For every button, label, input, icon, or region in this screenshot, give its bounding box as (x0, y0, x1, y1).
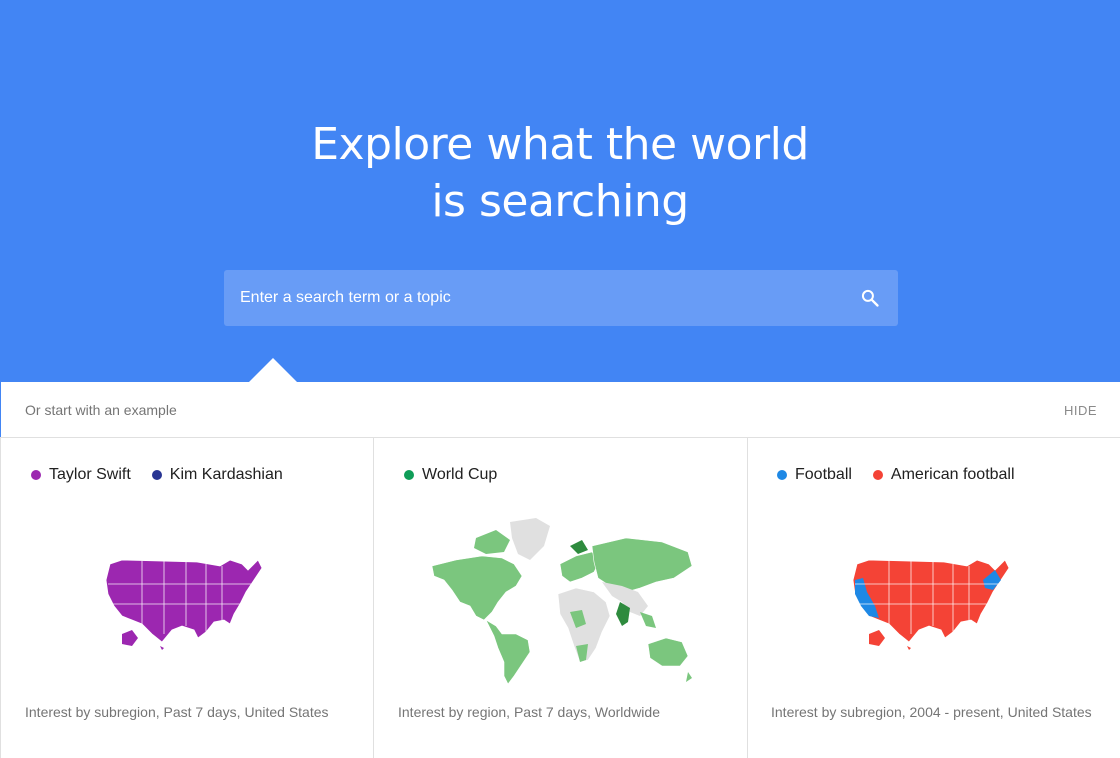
legend-item: World Cup (404, 466, 497, 484)
hero-title-line-1: Explore what the world (311, 119, 809, 170)
legend-label: American football (890, 466, 1015, 483)
example-card-1[interactable]: Taylor Swift Kim Kardashian Interest by … (0, 438, 374, 758)
example-card-3[interactable]: Football American football Interest by s… (748, 438, 1120, 758)
legend-dot-icon (404, 470, 414, 480)
world-map-icon (431, 518, 692, 685)
card-legend: World Cup (404, 466, 518, 484)
examples-header: Or start with an example HIDE (0, 382, 1120, 438)
examples-panel: Or start with an example HIDE Taylor Swi… (0, 382, 1120, 758)
card-legend: Football American football (777, 466, 1036, 484)
hero-title: Explore what the world is searching (0, 116, 1120, 230)
legend-label: World Cup (422, 466, 498, 483)
search-box (224, 270, 898, 326)
hero-title-line-2: is searching (431, 176, 689, 227)
united-states-map-icon (852, 559, 1010, 650)
legend-dot-icon (872, 470, 883, 480)
card-caption: Interest by region, Past 7 days, Worldwi… (398, 704, 660, 720)
examples-label: Or start with an example (25, 402, 177, 418)
legend-item: Football (777, 466, 852, 484)
legend-item: American football (872, 466, 1015, 484)
card-caption: Interest by subregion, 2004 - present, U… (771, 704, 1092, 720)
united-states-map-icon (105, 559, 263, 650)
legend-dot-icon (777, 470, 787, 480)
panel-pointer (249, 358, 297, 382)
search-icon (861, 289, 879, 307)
legend-item: Taylor Swift (31, 466, 131, 484)
map-container (1, 516, 373, 686)
legend-label: Taylor Swift (49, 466, 131, 483)
hero-banner: Explore what the world is searching (0, 0, 1120, 382)
legend-dot-icon (151, 470, 162, 480)
legend-item: Kim Kardashian (151, 466, 283, 484)
legend-dot-icon (31, 470, 41, 480)
legend-label: Kim Kardashian (169, 466, 283, 483)
map-container (374, 516, 747, 686)
card-legend: Taylor Swift Kim Kardashian (31, 466, 304, 484)
legend-label: Football (795, 466, 852, 483)
card-caption: Interest by subregion, Past 7 days, Unit… (25, 704, 329, 720)
search-input[interactable] (224, 270, 844, 326)
search-button[interactable] (856, 284, 884, 312)
example-card-2[interactable]: World Cup Interest by region, Past 7 day… (374, 438, 748, 758)
hide-button[interactable]: HIDE (1064, 403, 1097, 418)
map-container (748, 516, 1120, 686)
